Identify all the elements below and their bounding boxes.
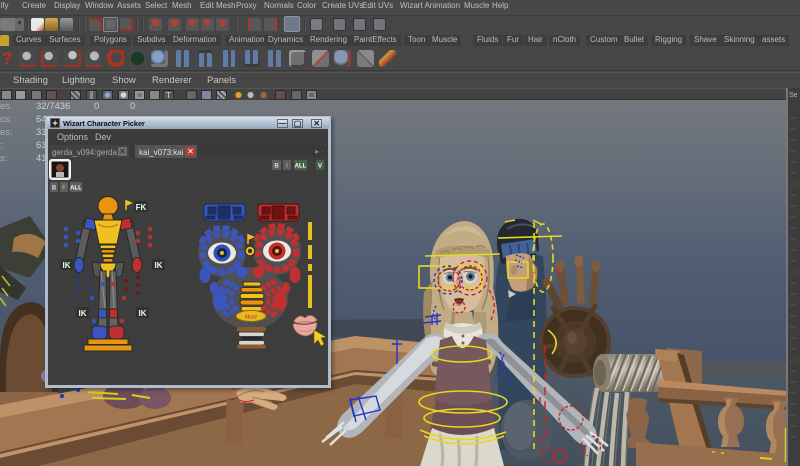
svg-text:B: B: [274, 164, 279, 170]
svg-text:V: V: [318, 164, 322, 170]
svg-text:IK: IK: [155, 261, 163, 270]
svg-text:IK: IK: [139, 309, 147, 318]
svg-text:ALL: ALL: [70, 186, 82, 192]
svg-text:IK: IK: [63, 261, 71, 270]
svg-text:FK: FK: [136, 203, 147, 212]
svg-text:IK: IK: [79, 309, 87, 318]
svg-text:ALL: ALL: [295, 164, 307, 170]
svg-text:F: F: [62, 186, 66, 192]
svg-text:Muse: Muse: [245, 315, 257, 321]
svg-text:B: B: [52, 186, 57, 192]
